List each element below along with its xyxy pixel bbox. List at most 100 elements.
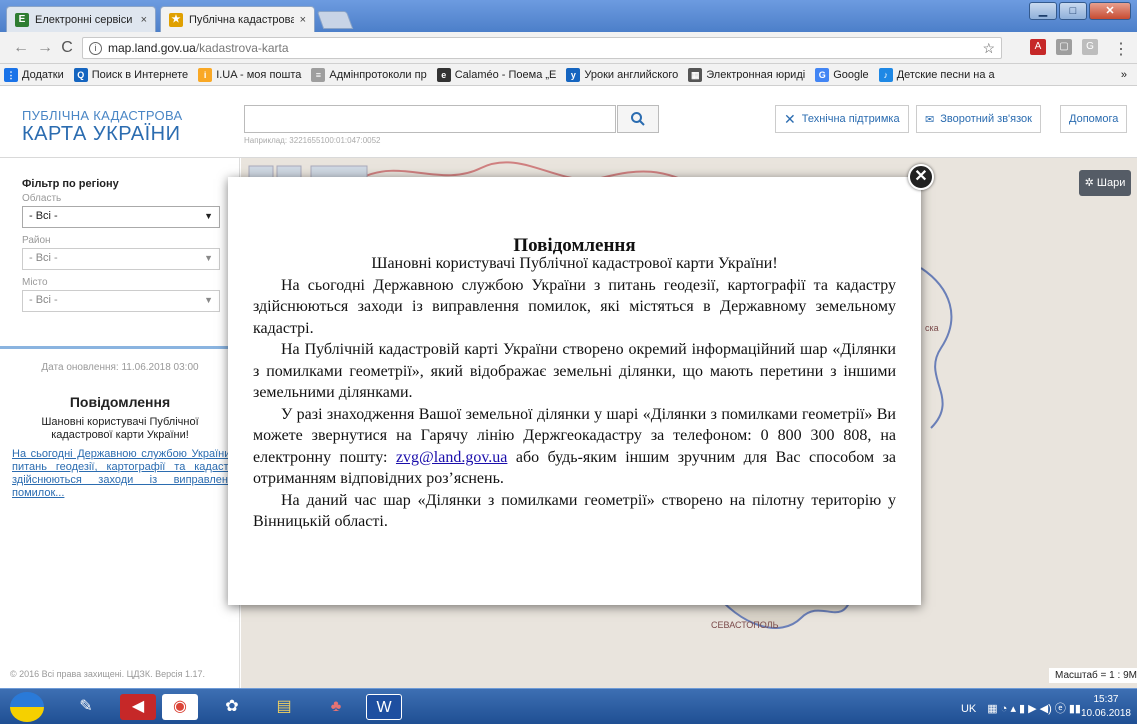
info-icon[interactable]: i	[89, 41, 102, 55]
modal-paragraph-1: На сьогодні Державною службою України з …	[253, 276, 896, 337]
tab-favicon-icon: ★	[169, 12, 183, 27]
tab-label: Електронні сервіси ДЗК	[35, 13, 135, 26]
dropdown-arrow-icon: ▼	[204, 211, 213, 221]
raion-label: Район	[22, 235, 51, 246]
search-hint: Наприклад: 3221655100:01:047:0052	[244, 136, 381, 145]
document-icon: ≡	[311, 67, 326, 82]
feedback-button[interactable]: ✉ Зворотний зв'язок	[916, 105, 1041, 133]
gear-icon: ✲	[1084, 177, 1094, 189]
layers-button[interactable]: ✲ Шари	[1079, 170, 1131, 196]
bookmark-apps[interactable]: ⋮ Додатки	[4, 67, 64, 82]
cadastral-search-input[interactable]	[244, 105, 616, 133]
notice-modal: Повідомлення Шановні користувачі Публічн…	[228, 177, 921, 605]
raion-select[interactable]: - Всі - ▼	[22, 248, 220, 270]
mail-icon: i	[198, 67, 213, 82]
map-place-label: СЕВАСТОПОЛЬ	[711, 620, 779, 630]
explorer-icon[interactable]: ✎	[68, 694, 104, 720]
maximize-button[interactable]: □	[1059, 2, 1087, 20]
bookmark-songs[interactable]: ♪ Детские песни на а	[878, 67, 995, 82]
address-bar: ← → C i map.land.gov.ua/kadastrova-karta…	[0, 32, 1137, 64]
paint-icon[interactable]: ✿	[214, 694, 250, 720]
bookmark-search[interactable]: Q Поиск в Интернете	[73, 67, 188, 82]
region-filter-sidebar: Фільтр по регіону Область - Всі - ▼ Район…	[0, 158, 240, 688]
bookmark-law[interactable]: ▦ Электронная юриді	[688, 67, 805, 82]
windows-taskbar: ✎ ◀ ◉ ✿ ▤ ♣ W UK ▦ ◔ ▴ ▮ ▶ ◀) ⓔ ▮▮ 15:37…	[0, 688, 1137, 724]
url-path: /kadastrova-karta	[195, 41, 289, 55]
book-icon: e	[436, 67, 451, 82]
notice-title: Повідомлення	[69, 394, 171, 410]
chrome-icon[interactable]: ◉	[162, 694, 198, 720]
brand-line1: ПУБЛІЧНА КАДАСТРОВА	[22, 108, 183, 123]
notice-read-more-link[interactable]: На сьогодні Державною службою України з …	[12, 448, 240, 500]
map-side-label: ска	[925, 323, 939, 333]
pdf-extension-icon[interactable]: A	[1030, 39, 1046, 55]
cast-extension-icon[interactable]: ▢	[1056, 39, 1072, 55]
email-link[interactable]: zvg@land.gov.ua	[396, 449, 507, 466]
media-icon[interactable]: ♣	[318, 694, 354, 720]
window-controls: ▁ □ ✕	[1029, 2, 1131, 20]
app-red-icon[interactable]: ◀	[120, 694, 156, 720]
folder-icon[interactable]: ▤	[266, 694, 302, 720]
g-extension-icon[interactable]: G	[1082, 39, 1098, 55]
clock[interactable]: 15:37 10.06.2018	[1081, 693, 1131, 721]
bookmark-calameo[interactable]: e Calaméo - Поема „Е	[436, 67, 556, 82]
search-icon: Q	[73, 67, 88, 82]
law-icon: ▦	[688, 67, 703, 82]
search-icon	[631, 112, 645, 126]
app-header: ПУБЛІЧНА КАДАСТРОВА КАРТА УКРАЇНИ Наприк…	[0, 86, 1137, 158]
misto-label: Місто	[22, 277, 48, 288]
language-indicator[interactable]: UK	[961, 703, 976, 715]
browser-titlebar: E Електронні сервіси ДЗК × ★ Публічна ка…	[0, 0, 1137, 32]
word-icon[interactable]: W	[366, 694, 402, 720]
tab-close-icon[interactable]: ×	[141, 14, 147, 26]
bookmark-star-icon[interactable]: ☆	[982, 40, 995, 57]
support-button[interactable]: ✕ Технічна підтримка	[775, 105, 909, 133]
filter-title: Фільтр по регіону	[22, 178, 119, 190]
modal-paragraph-2: На Публічній кадастровій карті України с…	[253, 341, 896, 401]
modal-paragraph-4: На даний час шар «Ділянки з помилками ге…	[253, 491, 896, 531]
lesson-icon: y	[566, 67, 581, 82]
minimize-button[interactable]: ▁	[1029, 2, 1057, 20]
bookmarks-more-button[interactable]: »	[1121, 69, 1127, 81]
system-tray: UK ▦ ◔ ▴ ▮ ▶ ◀) ⓔ ▮▮	[961, 700, 1081, 716]
bookmark-english[interactable]: y Уроки английского	[566, 67, 678, 82]
start-button[interactable]	[10, 692, 44, 722]
back-icon[interactable]: ←	[12, 39, 30, 57]
bookmarks-bar: ⋮ Додатки Q Поиск в Интернете i I.UA - моя …	[0, 64, 1137, 86]
bookmark-google[interactable]: G Google	[815, 67, 869, 82]
new-tab-button[interactable]	[316, 11, 354, 29]
tools-icon: ✕	[784, 110, 796, 127]
bookmark-iua[interactable]: i I.UA - моя пошта	[198, 67, 301, 82]
tab-electronic-services[interactable]: E Електронні сервіси ДЗК ×	[6, 6, 156, 32]
notice-greeting: Шановні користувачі Публічної кадастрово…	[41, 416, 199, 441]
oblast-label: Область	[22, 193, 62, 204]
modal-close-button[interactable]: ✕	[908, 164, 934, 190]
google-icon: G	[815, 67, 830, 82]
modal-greeting: Шановні користувачі Публічної кадастрово…	[371, 255, 778, 272]
copyright: © 2016 Всі права захищені. ЦДЗК. Версія …	[10, 669, 206, 679]
tab-favicon-icon: E	[15, 12, 29, 27]
update-date: Дата оновлення: 11.06.2018 03:00	[41, 362, 199, 373]
tray-icons[interactable]: ▦ ◔ ▴ ▮ ▶ ◀) ⓔ ▮▮	[987, 703, 1081, 715]
modal-body: Шановні користувачі Публічної кадастрово…	[253, 253, 896, 533]
url-field[interactable]: i map.land.gov.ua/kadastrova-karta ☆	[82, 37, 1002, 59]
envelope-icon: ✉	[925, 113, 935, 126]
url-host: map.land.gov.ua	[108, 41, 196, 55]
dropdown-arrow-icon: ▼	[204, 295, 213, 305]
tab-label: Публічна кадастрова ка	[189, 13, 294, 26]
help-button[interactable]: Допомога	[1060, 105, 1128, 133]
search-button[interactable]	[617, 105, 659, 133]
bookmark-protocols[interactable]: ≡ Адмінпротоколи пр	[311, 67, 427, 82]
music-icon: ♪	[878, 67, 893, 82]
forward-icon[interactable]: →	[36, 39, 54, 57]
menu-icon[interactable]: ⋮	[1112, 39, 1130, 59]
brand-line2: КАРТА УКРАЇНИ	[22, 123, 181, 145]
misto-select[interactable]: - Всі - ▼	[22, 290, 220, 312]
modal-paragraph-3: У разі знаходження Вашої земельної ділян…	[253, 405, 896, 488]
tab-close-icon[interactable]: ×	[300, 14, 306, 26]
oblast-select[interactable]: - Всі - ▼	[22, 206, 220, 228]
reload-icon[interactable]: C	[58, 39, 76, 57]
tab-cadastral-map[interactable]: ★ Публічна кадастрова ка ×	[160, 6, 315, 32]
close-window-button[interactable]: ✕	[1089, 2, 1131, 20]
apps-icon: ⋮	[4, 67, 18, 82]
